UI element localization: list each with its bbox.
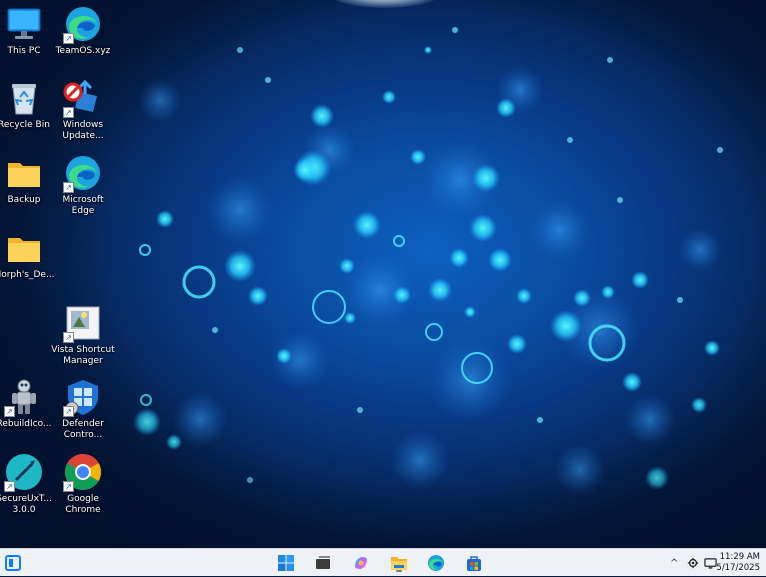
network-settings-icon[interactable]	[687, 557, 699, 569]
robot-icon: ↗	[4, 377, 44, 417]
icon-label: Morph's_De...	[0, 270, 55, 280]
start-icon	[278, 555, 294, 571]
desktop-icon-backup[interactable]: Backup	[0, 153, 56, 206]
desktop-icon-this-pc[interactable]: This PC	[0, 4, 56, 57]
system-tray: ^	[670, 549, 718, 577]
start-button[interactable]	[275, 553, 297, 573]
desktop-icon-google-chrome[interactable]: ↗ Google Chrome	[51, 452, 115, 516]
secureux-icon: ↗	[4, 452, 44, 492]
recycle-bin-icon	[4, 78, 44, 118]
shortcut-arrow-icon: ↗	[4, 406, 15, 417]
desktop-icon-vista-shortcut-manager[interactable]: ↗ Vista Shortcut Manager	[51, 303, 115, 367]
edge-icon: ↗	[63, 4, 103, 44]
copilot-icon	[355, 557, 367, 569]
clock[interactable]: 11:29 AM 5/17/2025	[716, 552, 760, 574]
desktop-icon-morphs-desktop[interactable]: Morph's_De...	[0, 228, 56, 281]
icon-label: Backup	[7, 195, 41, 205]
icon-label-line2: Manager	[63, 356, 103, 366]
icon-label-line2: Contro...	[63, 430, 103, 440]
icon-label: SecureUxT...	[0, 494, 52, 504]
shortcut-arrow-icon: ↗	[63, 406, 74, 417]
desktop-icon-teamos[interactable]: ↗ TeamOS.xyz	[51, 4, 115, 57]
folder-icon	[4, 153, 44, 193]
shortcut-arrow-icon: ↗	[63, 332, 74, 343]
desktop-icon-rebuildicon[interactable]: ↗ RebuildIco...	[0, 377, 56, 430]
file-explorer-button[interactable]	[388, 553, 410, 573]
edge-taskbar-button[interactable]	[425, 553, 447, 573]
icon-label-line2: Update...	[62, 131, 104, 141]
desktop-icon-secureuxtheme[interactable]: ↗ SecureUxT... 3.0.0	[0, 452, 56, 516]
store-icon	[467, 556, 481, 571]
icon-label: Vista Shortcut	[51, 345, 115, 355]
shortcut-arrow-icon: ↗	[63, 33, 74, 44]
task-view-button[interactable]	[312, 553, 334, 573]
taskbar: ^ 11:29 AM 5/17/2025	[0, 548, 766, 576]
tray-overflow-chevron-icon[interactable]: ^	[670, 558, 678, 569]
chrome-icon: ↗	[63, 452, 103, 492]
icon-label: Microsoft	[62, 195, 104, 205]
monitor-icon	[4, 4, 44, 44]
edge-icon	[428, 555, 444, 571]
icon-label: TeamOS.xyz	[55, 46, 111, 56]
icon-label: Windows	[62, 120, 104, 130]
active-indicator	[396, 570, 402, 572]
defender-shield-icon: ↗	[63, 377, 103, 417]
desktop-icon-microsoft-edge[interactable]: ↗ Microsoft Edge	[51, 153, 115, 217]
clock-date: 5/17/2025	[716, 563, 760, 573]
desktop: This PC Recycle Bin Backup Morph's_De...…	[0, 0, 766, 548]
icon-label: Recycle Bin	[0, 120, 50, 130]
icon-label: Defender	[62, 419, 104, 429]
widgets-button[interactable]	[2, 553, 24, 573]
shortcut-arrow-icon: ↗	[63, 481, 74, 492]
desktop-icon-recycle-bin[interactable]: Recycle Bin	[0, 78, 56, 131]
icon-label: RebuildIco...	[0, 419, 52, 429]
icon-label-line2: Edge	[71, 206, 95, 216]
task-view-icon	[316, 556, 330, 569]
vista-shortcut-manager-icon: ↗	[63, 303, 103, 343]
widgets-icon	[5, 555, 21, 571]
store-button[interactable]	[463, 553, 485, 573]
desktop-icon-windows-update[interactable]: ↗ Windows Update...	[51, 78, 115, 142]
icon-label-line2: 3.0.0	[12, 505, 36, 515]
shortcut-arrow-icon: ↗	[4, 481, 15, 492]
icon-label: Google	[67, 494, 99, 504]
windows-update-icon: ↗	[63, 78, 103, 118]
icon-label: This PC	[7, 46, 41, 56]
desktop-icon-defender-control[interactable]: ↗ Defender Contro...	[51, 377, 115, 441]
clock-time: 11:29 AM	[719, 552, 760, 562]
shortcut-arrow-icon: ↗	[63, 182, 74, 193]
copilot-button[interactable]	[350, 553, 372, 573]
shortcut-arrow-icon: ↗	[63, 107, 74, 118]
folder-icon	[4, 228, 44, 268]
edge-icon: ↗	[63, 153, 103, 193]
icon-label-line2: Chrome	[65, 505, 101, 515]
